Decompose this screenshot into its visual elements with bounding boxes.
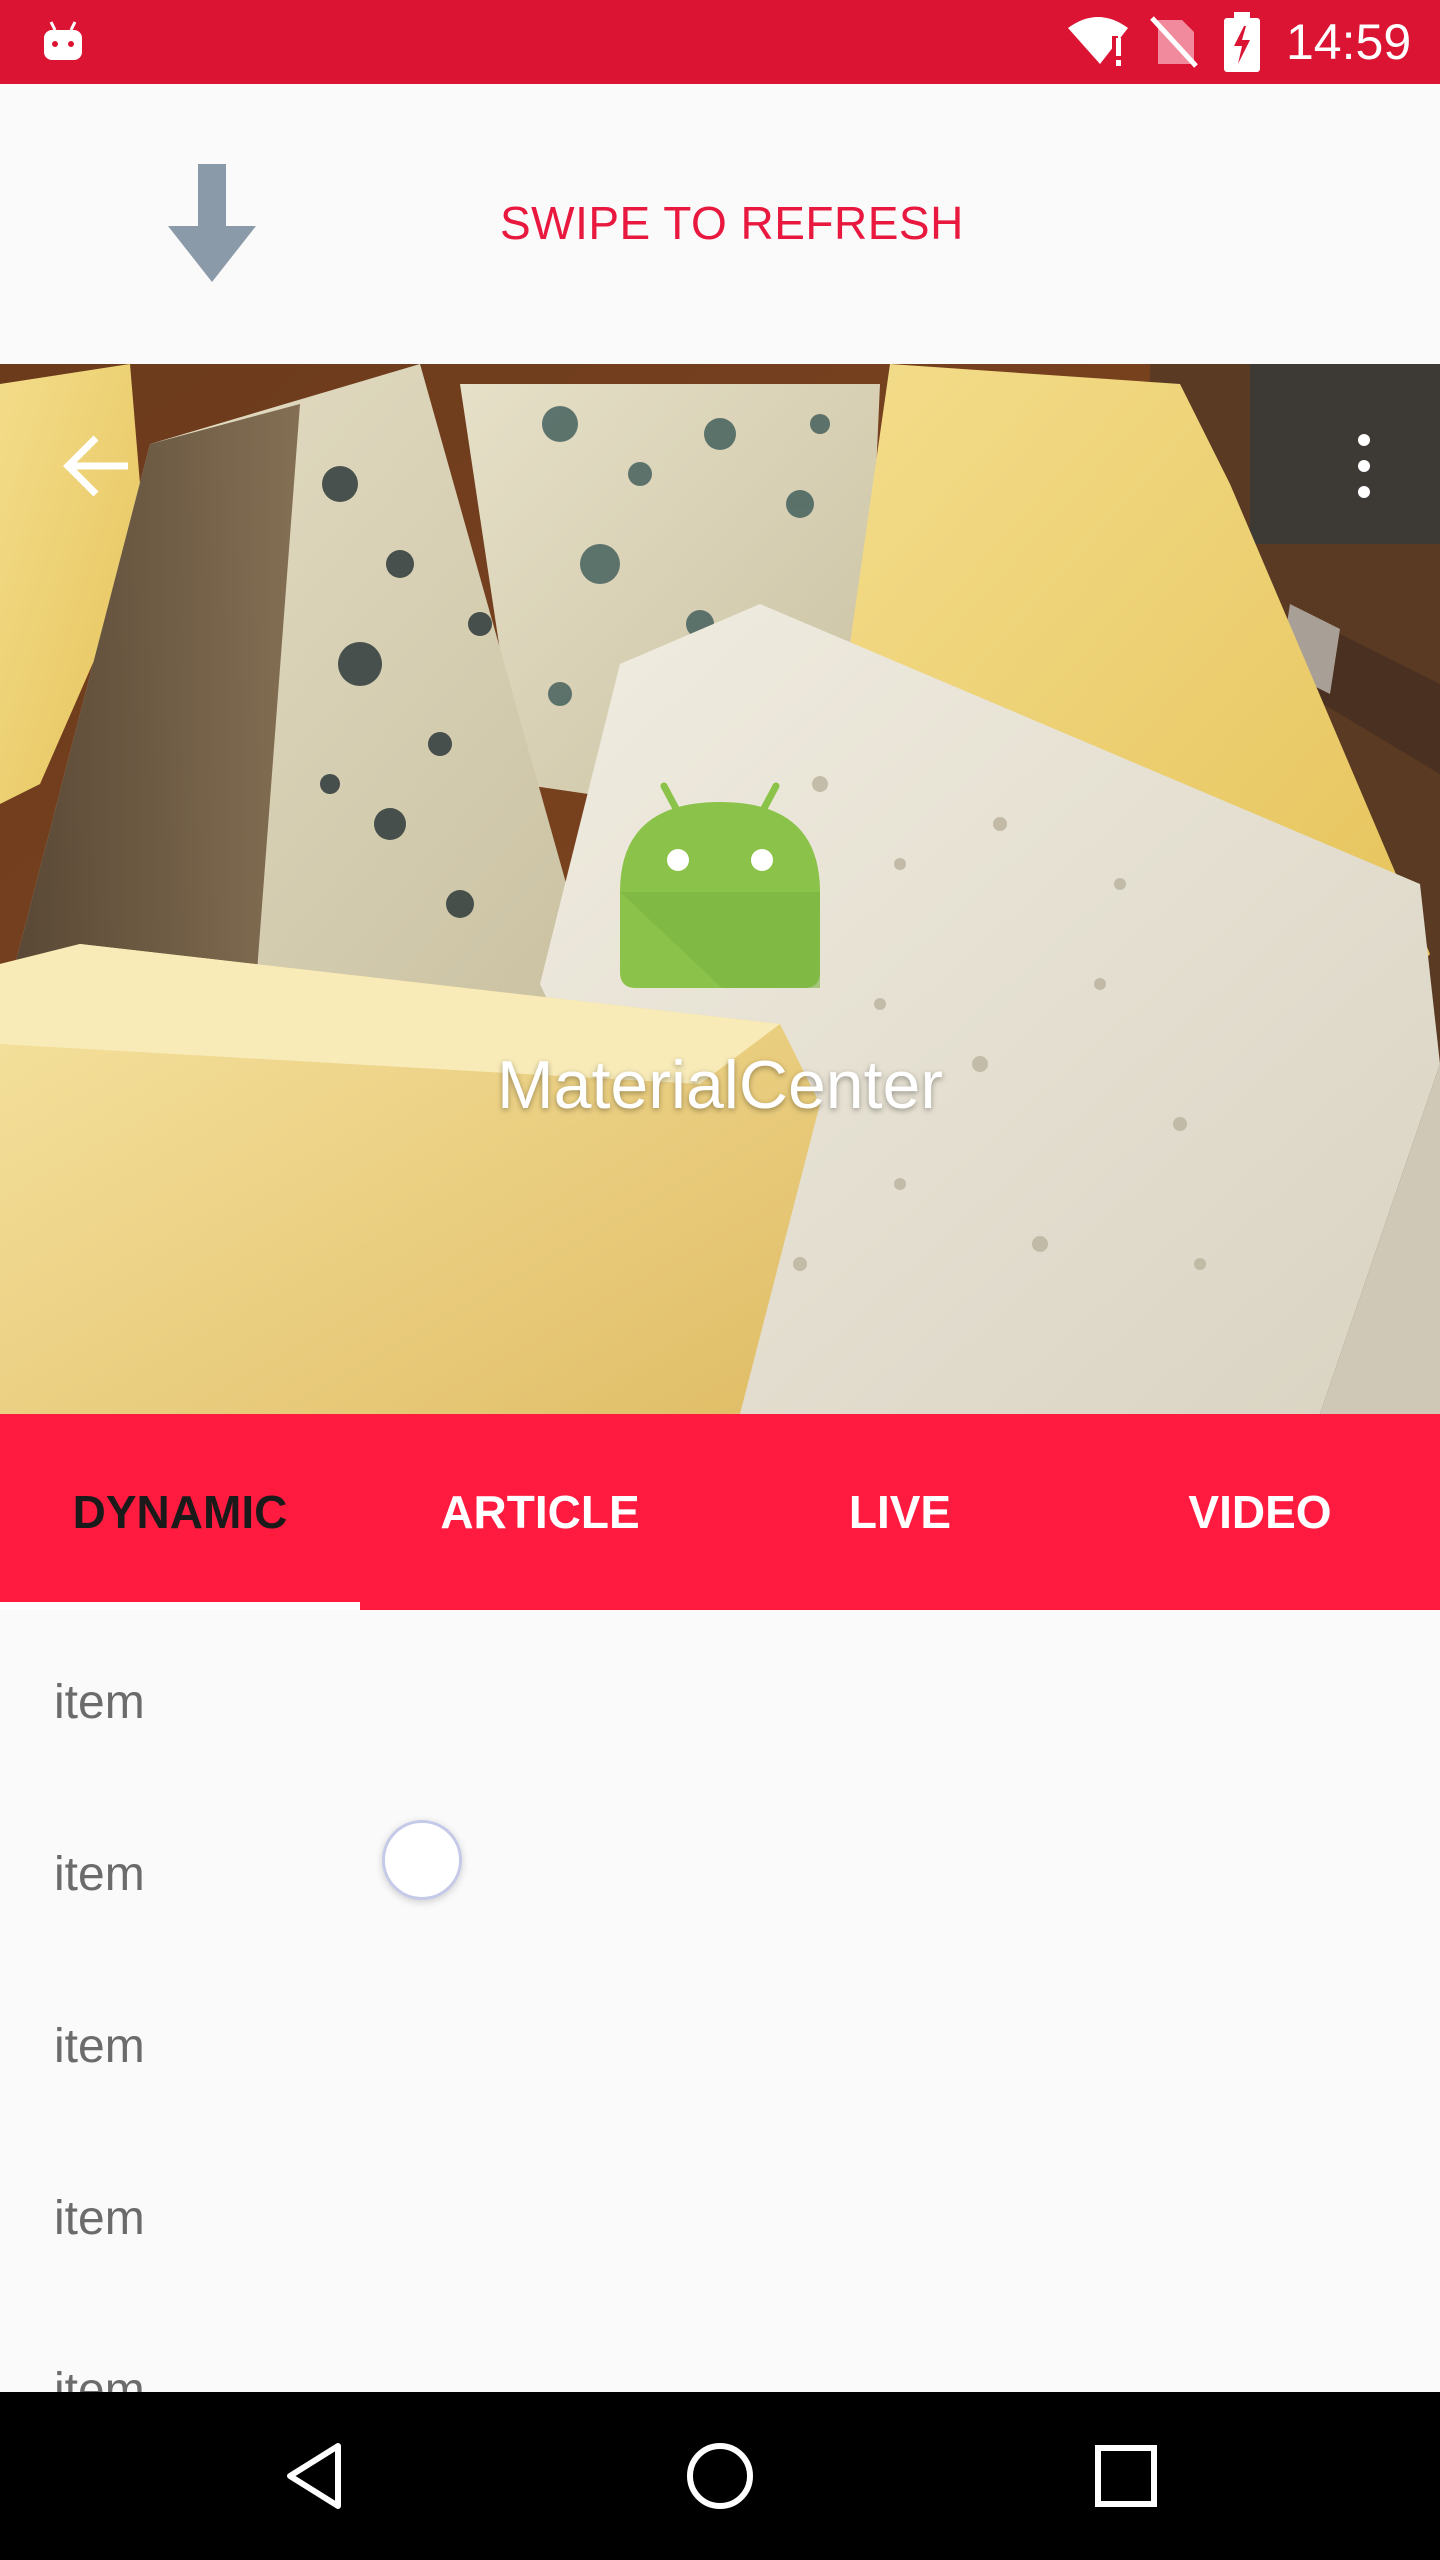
- status-time: 14:59: [1286, 14, 1412, 70]
- tab-indicator: [0, 1602, 360, 1610]
- recents-nav-icon[interactable]: [1086, 2436, 1166, 2516]
- no-sim-icon: [1150, 16, 1198, 68]
- wifi-icon: [1068, 17, 1128, 66]
- item-list[interactable]: item item item item item: [0, 1610, 1440, 2392]
- list-item[interactable]: item: [54, 2191, 145, 2246]
- tab-bar: DYNAMIC ARTICLE LIVE VIDEO: [0, 1414, 1440, 1610]
- more-vert-icon[interactable]: [1340, 426, 1388, 506]
- battery-charging-icon: [1224, 12, 1260, 72]
- list-item[interactable]: item: [54, 1675, 145, 1730]
- tab-article[interactable]: ARTICLE: [360, 1414, 720, 1610]
- back-nav-icon[interactable]: [276, 2436, 356, 2516]
- pull-to-refresh-header: SWIPE TO REFRESH: [0, 84, 1440, 364]
- android-notification-icon: [44, 21, 82, 60]
- arrow-back-icon[interactable]: [58, 426, 138, 506]
- arrow-down-icon: [168, 164, 256, 282]
- android-logo-icon: [620, 782, 820, 988]
- status-bar: 14:59: [0, 0, 1440, 84]
- tab-dynamic[interactable]: DYNAMIC: [0, 1414, 360, 1610]
- app-title: MaterialCenter: [497, 1047, 943, 1123]
- refresh-label: SWIPE TO REFRESH: [500, 197, 964, 249]
- navigation-bar: [0, 2392, 1440, 2560]
- tab-video[interactable]: VIDEO: [1080, 1414, 1440, 1610]
- tab-live[interactable]: LIVE: [720, 1414, 1080, 1610]
- list-item[interactable]: item: [54, 1847, 145, 1902]
- home-nav-icon[interactable]: [680, 2436, 760, 2516]
- list-item[interactable]: item: [54, 2363, 145, 2392]
- loading-spinner: [382, 1820, 462, 1900]
- list-item[interactable]: item: [54, 2019, 145, 2074]
- hero-header-image: MaterialCenter: [0, 364, 1440, 1414]
